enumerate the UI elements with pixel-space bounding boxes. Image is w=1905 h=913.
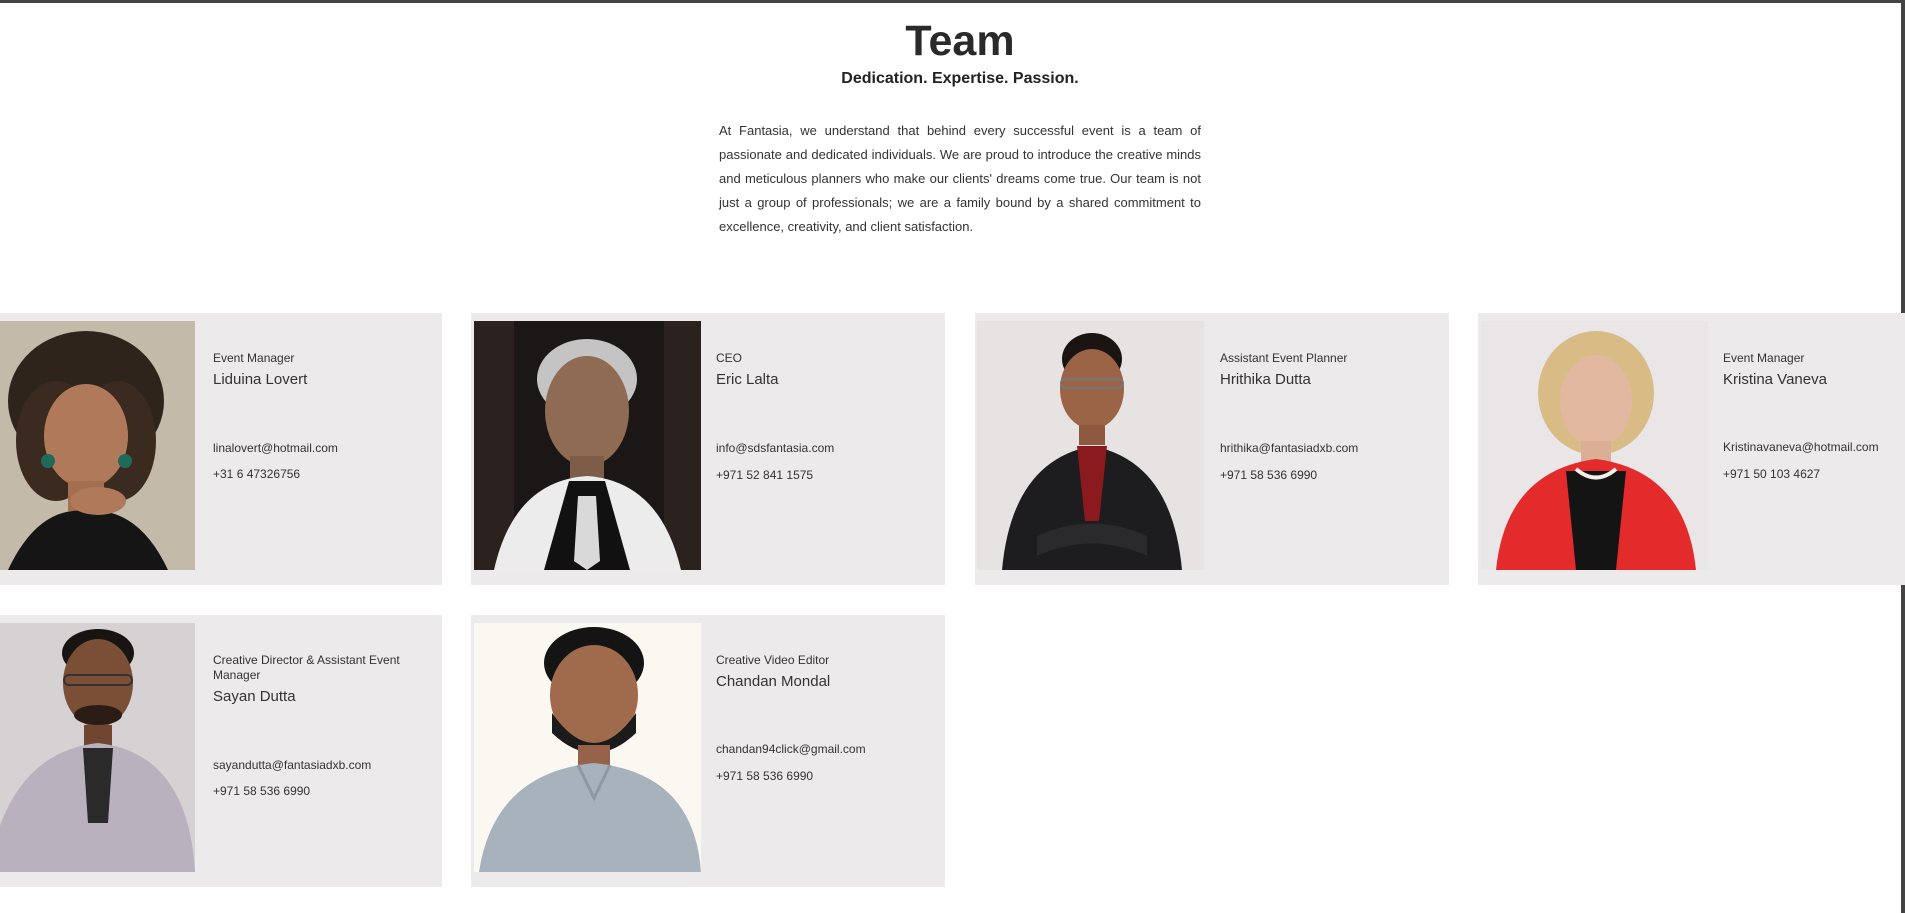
member-role: Creative Director & Assistant Event Mana… [213,653,400,682]
member-phone-link[interactable]: +971 58 536 6990 [1220,468,1317,482]
section-subtitle: Dedication. Expertise. Passion. [841,70,1079,87]
member-role: Assistant Event Planner [1220,351,1348,365]
member-phone-link[interactable]: +971 58 536 6990 [213,784,310,798]
team-card: CEO Eric Lalta info@sdsfantasia.com +971… [471,313,945,585]
member-role: Event Manager [1723,351,1805,365]
member-phone-link[interactable]: +971 50 103 4627 [1723,467,1820,481]
member-name: Chandan Mondal [716,673,831,690]
member-info: Creative Video Editor Chandan Mondal [716,653,944,690]
member-email-link[interactable]: Kristinavaneva@hotmail.com [1723,440,1879,454]
member-photo [0,321,195,570]
member-phone-link[interactable]: +31 6 47326756 [213,467,300,481]
member-role: Event Manager [213,351,295,365]
member-role: CEO [716,351,743,365]
member-info: Assistant Event Planner Hrithika Dutta [1220,351,1448,388]
member-info: CEO Eric Lalta [716,351,944,388]
member-phone-link[interactable]: +971 52 841 1575 [716,468,813,482]
member-name: Kristina Vaneva [1723,371,1827,388]
section-intro: At Fantasia, we understand that behind e… [719,123,1201,234]
member-info: Creative Director & Assistant Event Mana… [213,653,441,705]
member-info: Event Manager Kristina Vaneva [1723,351,1905,388]
member-name: Eric Lalta [716,371,779,388]
member-email-link[interactable]: info@sdsfantasia.com [716,441,834,455]
member-phone-link[interactable]: +971 58 536 6990 [716,769,813,783]
member-name: Hrithika Dutta [1220,371,1311,388]
top-border [0,0,1905,3]
team-card: Assistant Event Planner Hrithika Dutta h… [975,313,1449,585]
member-info: Event Manager Liduina Lovert [213,351,441,388]
member-photo [1481,321,1708,570]
member-photo [474,321,701,570]
section-title: Team [905,17,1015,65]
member-photo [977,321,1204,570]
member-email-link[interactable]: chandan94click@gmail.com [716,742,866,756]
team-card: Creative Video Editor Chandan Mondal cha… [471,615,945,887]
member-name: Sayan Dutta [213,688,296,705]
member-email-link[interactable]: hrithika@fantasiadxb.com [1220,441,1358,455]
member-photo [474,623,701,872]
team-card: Event Manager Liduina Lovert linalovert@… [0,313,442,585]
member-role: Creative Video Editor [716,653,830,667]
team-card: Creative Director & Assistant Event Mana… [0,615,442,887]
member-email-link[interactable]: linalovert@hotmail.com [213,441,338,455]
member-email-link[interactable]: sayandutta@fantasiadxb.com [213,758,371,772]
member-photo [0,623,195,872]
team-card: Event Manager Kristina Vaneva Kristinava… [1478,313,1905,585]
member-name: Liduina Lovert [213,371,308,388]
